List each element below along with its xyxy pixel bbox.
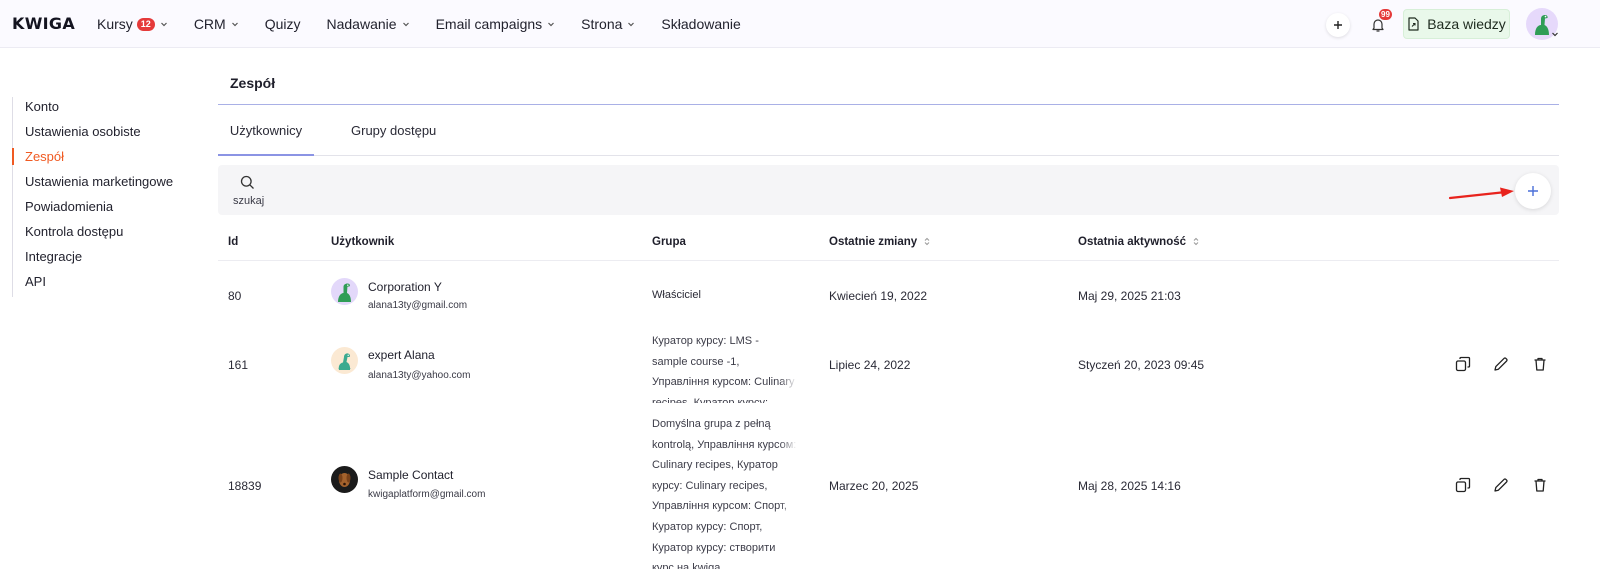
sidebar-item-notifications[interactable]: Powiadomienia — [13, 197, 202, 222]
add-user-button[interactable] — [1515, 173, 1551, 209]
nav-item-nadawanie[interactable]: Nadawanie — [327, 16, 410, 32]
user-avatar — [331, 347, 358, 374]
copy-icon[interactable] — [1455, 356, 1471, 372]
sidebar-item-marketing-settings[interactable]: Ustawienia marketingowe — [13, 172, 202, 197]
sidebar-item-personal-settings[interactable]: Ustawienia osobiste — [13, 122, 202, 147]
last-change: Marzec 20, 2025 — [829, 479, 919, 493]
document-link-icon — [1408, 17, 1419, 31]
edit-icon[interactable] — [1493, 477, 1509, 493]
column-header-last-activity[interactable]: Ostatnia aktywność — [1078, 236, 1199, 248]
column-header-id: Id — [228, 236, 239, 248]
edit-icon[interactable] — [1493, 356, 1509, 372]
column-header-label: Ostatnie zmiany — [829, 236, 918, 248]
user-email: kwigaplatform@gmail.com — [368, 489, 486, 500]
sidebar-item-access-control[interactable]: Kontrola dostępu — [13, 222, 202, 247]
user-avatar — [331, 278, 358, 305]
user-name[interactable]: expert Alana — [368, 348, 435, 362]
sort-icon — [1193, 237, 1199, 246]
user-name[interactable]: Corporation Y — [368, 280, 442, 294]
nav-item-skladowanie[interactable]: Składowanie — [661, 16, 740, 32]
dinosaur-avatar-icon — [338, 283, 351, 302]
main-nav: Kursy 12 CRM Quizy Nadawanie Email campa… — [97, 0, 767, 48]
dinosaur-avatar-icon — [338, 353, 351, 370]
last-activity: Styczeń 20, 2023 09:45 — [1078, 358, 1205, 372]
settings-sidebar: Konto Ustawienia osobiste Zespół Ustawie… — [12, 97, 202, 297]
sidebar-item-api[interactable]: API — [13, 272, 202, 297]
sidebar-item-team[interactable]: Zespół — [12, 147, 202, 172]
trash-icon[interactable] — [1532, 477, 1548, 493]
top-bar: KWIGA Kursy 12 CRM Quizy Nadawanie Email… — [0, 0, 1600, 48]
nav-item-label: Nadawanie — [326, 16, 397, 32]
sidebar-item-integrations[interactable]: Integracje — [13, 247, 202, 272]
sidebar-item-konto[interactable]: Konto — [13, 97, 202, 122]
nav-item-quizy[interactable]: Quizy — [265, 16, 301, 32]
chevron-down-icon — [627, 20, 635, 28]
chevron-down-icon — [402, 20, 410, 28]
sort-icon — [925, 237, 930, 246]
user-avatar — [331, 466, 358, 493]
last-activity: Maj 28, 2025 14:16 — [1078, 479, 1181, 493]
chevron-down-icon — [231, 20, 239, 28]
trash-icon[interactable] — [1532, 356, 1548, 372]
logo[interactable]: KWIGA — [12, 14, 75, 33]
search-icon[interactable] — [240, 175, 255, 190]
nav-item-strona[interactable]: Strona — [581, 16, 635, 32]
nav-item-label: Składowanie — [661, 16, 741, 32]
dog-avatar-icon — [338, 473, 351, 487]
table-row[interactable]: 80 Corporation Y alana13ty@gmail.com Wła… — [218, 262, 1559, 328]
search-bar: szukaj — [218, 165, 1559, 215]
column-header-group: Grupa — [652, 236, 686, 248]
chevron-down-icon — [1552, 32, 1558, 37]
tabs: Użytkownicy Grupy dostępu — [218, 105, 1559, 156]
table-row[interactable]: 18839 Sample Contact kwigaplatform@gmail… — [218, 405, 1559, 569]
nav-item-crm[interactable]: CRM — [194, 16, 239, 32]
last-activity: Maj 29, 2025 21:03 — [1078, 289, 1181, 303]
table-header: Id Użytkownik Grupa Ostatnie zmiany Osta… — [218, 226, 1559, 261]
nav-item-label: Kursy — [97, 16, 133, 32]
annotation-arrow — [1448, 187, 1514, 200]
row-id: 80 — [228, 289, 242, 303]
knowledge-base-label: Baza wiedzy — [1427, 16, 1506, 32]
chevron-down-icon — [160, 20, 168, 28]
knowledge-base-button[interactable]: Baza wiedzy — [1403, 9, 1510, 39]
search-input[interactable]: szukaj — [233, 195, 264, 207]
nav-item-email-campaigns[interactable]: Email campaigns — [436, 16, 556, 32]
plus-icon — [1334, 21, 1342, 29]
copy-icon[interactable] — [1455, 477, 1471, 493]
tab-users[interactable]: Użytkownicy — [218, 105, 314, 156]
user-group: Куратор курсу: LMS - sample course -1, У… — [652, 335, 795, 403]
page-title: Zespół — [230, 75, 276, 91]
last-change: Kwiecień 19, 2022 — [829, 289, 928, 303]
nav-item-kursy[interactable]: Kursy 12 — [97, 16, 168, 32]
row-id: 161 — [228, 358, 249, 372]
user-email: alana13ty@gmail.com — [368, 300, 468, 311]
chevron-down-icon — [547, 20, 555, 28]
user-group: Domyślna grupa z pełną kontrolą, Управлі… — [652, 418, 797, 569]
column-header-last-change[interactable]: Ostatnie zmiany — [829, 236, 930, 248]
tab-access-groups[interactable]: Grupy dostępu — [351, 105, 436, 156]
column-header-user: Użytkownik — [331, 236, 395, 248]
row-id: 18839 — [228, 479, 262, 493]
column-header-label: Ostatnia aktywność — [1078, 236, 1187, 248]
notifications-badge: 99 — [1379, 9, 1392, 20]
last-change: Lipiec 24, 2022 — [829, 358, 911, 372]
user-email: alana13ty@yahoo.com — [368, 370, 471, 381]
plus-icon — [1528, 186, 1538, 196]
nav-item-label: Quizy — [264, 16, 301, 32]
courses-count-badge: 12 — [136, 17, 155, 31]
nav-item-label: CRM — [193, 16, 226, 32]
user-name[interactable]: Sample Contact — [368, 468, 453, 482]
user-group: Właściciel — [652, 289, 701, 301]
table-row[interactable]: 161 expert Alana alana13ty@yahoo.com Кур… — [218, 328, 1559, 403]
nav-item-label: Email campaigns — [435, 16, 543, 32]
nav-item-label: Strona — [581, 16, 623, 32]
quick-add-button[interactable] — [1326, 13, 1350, 37]
notifications-button[interactable]: 99 — [1366, 9, 1392, 37]
